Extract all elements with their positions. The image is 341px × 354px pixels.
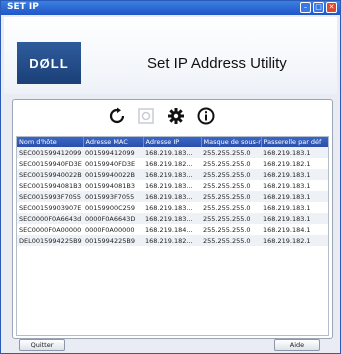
cell-ip: 168.219.182... — [143, 235, 201, 246]
cell-subnet: 255.255.255.0 — [203, 225, 251, 234]
cell-hostname: SEC0000F0A00000 — [19, 225, 82, 234]
dell-logo: DØLL — [17, 42, 81, 84]
cell-subnet: 255.255.255.0 — [201, 235, 261, 246]
column-header-ip[interactable]: Adresse IP — [143, 137, 202, 147]
refresh-icon[interactable] — [108, 107, 126, 125]
cell-mac: 0000F0A6643D — [83, 213, 143, 224]
cell-mac: 0015993F7055 — [83, 191, 143, 202]
cell-ip: 168.219.183... — [143, 191, 201, 202]
device-table[interactable]: Nom d'hôte Adresse MAC Adresse IP Masque… — [16, 136, 329, 336]
cell-hostname: DEL0015994225B9 — [17, 235, 83, 246]
table-row[interactable]: DEL0015994225B9 0015994225B9 168.219.182..… — [17, 235, 328, 246]
cell-mac: 00159940FD3E — [85, 159, 136, 168]
info-icon[interactable] — [197, 107, 215, 125]
main-panel: Nom d'hôte Adresse MAC Adresse IP Masque… — [12, 99, 333, 339]
cell-hostname: SEC0015993F7055 — [17, 191, 83, 202]
cell-subnet: 255.255.255.0 — [201, 147, 261, 158]
app-window: SET IP – □ ✕ DØLL Set IP Address Utility — [0, 0, 341, 354]
window-title: SET IP — [7, 2, 39, 12]
cell-gateway: 168.219.184.1 — [263, 225, 311, 234]
cell-subnet: 255.255.255.0 — [203, 181, 251, 190]
cell-gateway: 168.219.183.1 — [261, 213, 328, 224]
cell-ip: 168.219.183... — [143, 169, 201, 180]
cell-ip: 168.219.184... — [145, 225, 193, 234]
toolbar — [13, 100, 332, 132]
table-header-row: Nom d'hôte Adresse MAC Adresse IP Masque… — [17, 137, 328, 147]
table-row[interactable]: SEC0015993F7055 0015993F7055 168.219.183..… — [17, 191, 328, 202]
table-row[interactable]: SEC0000F0A6643d 0000F0A6643D 168.219.183..… — [17, 213, 328, 224]
cell-subnet: 255.255.255.0 — [203, 159, 251, 168]
help-button[interactable]: Aide — [274, 339, 320, 351]
settings-disabled-icon — [137, 107, 155, 125]
app-header: DØLL Set IP Address Utility — [4, 17, 337, 94]
quit-button[interactable]: Quitter — [19, 339, 65, 351]
app-title: Set IP Address Utility — [147, 55, 287, 72]
logo-text: DØLL — [29, 55, 69, 71]
table-row[interactable]: SEC00159940FD3E 00159940FD3E 168.219.182..… — [17, 158, 328, 169]
cell-gateway: 168.219.183.1 — [263, 181, 311, 190]
cell-gateway: 168.219.182.1 — [261, 235, 328, 246]
title-bar[interactable]: SET IP – □ ✕ — [1, 1, 340, 15]
cell-mac: 00159940022B — [83, 169, 143, 180]
cell-subnet: 255.255.255.0 — [201, 191, 261, 202]
cell-hostname: SEC00159903907E — [19, 203, 82, 212]
cell-hostname: SEC0015994081B3 — [19, 181, 82, 190]
cell-hostname: SEC001599412099 — [17, 147, 83, 158]
cell-subnet: 255.255.255.0 — [201, 169, 261, 180]
cell-gateway: 168.219.183.1 — [261, 169, 328, 180]
cell-subnet: 255.255.255.0 — [201, 213, 261, 224]
cell-gateway: 168.219.183.1 — [261, 191, 328, 202]
cell-hostname: SEC00159940022B — [17, 169, 83, 180]
close-button[interactable]: ✕ — [326, 2, 337, 13]
cell-ip: 168.219.183... — [143, 213, 201, 224]
cell-gateway: 168.219.183.1 — [261, 147, 328, 158]
column-header-subnet[interactable]: Masque de sous-r — [201, 137, 262, 147]
column-header-gateway[interactable]: Passerelle par déf — [261, 137, 328, 147]
column-header-mac[interactable]: Adresse MAC — [83, 137, 144, 147]
table-row[interactable]: SEC0015994081B3 0015994081B3 168.219.183..… — [17, 180, 328, 191]
settings-icon[interactable] — [167, 107, 185, 125]
minimize-button[interactable]: – — [300, 2, 311, 13]
cell-mac: 00159900C259 — [85, 203, 136, 212]
cell-hostname: SEC0000F0A6643d — [17, 213, 83, 224]
cell-mac: 001599412099 — [83, 147, 143, 158]
cell-gateway: 168.219.183.1 — [263, 203, 311, 212]
window-controls: – □ ✕ — [300, 2, 337, 13]
table-row[interactable]: SEC0000F0A00000 0000F0A00000 168.219.184..… — [17, 224, 328, 235]
cell-ip: 168.219.183... — [143, 147, 201, 158]
column-header-hostname[interactable]: Nom d'hôte — [17, 137, 84, 147]
cell-ip: 168.219.183... — [145, 203, 193, 212]
table-row[interactable]: SEC001599412099 001599412099 168.219.183..… — [17, 147, 328, 158]
cell-mac: 0000F0A00000 — [85, 225, 135, 234]
cell-gateway: 168.219.182.1 — [263, 159, 311, 168]
table-row[interactable]: SEC00159903907E 00159900C259 168.219.183..… — [17, 202, 328, 213]
maximize-button[interactable]: □ — [313, 2, 324, 13]
cell-mac: 0015994081B3 — [85, 181, 135, 190]
cell-ip: 168.219.183... — [145, 181, 193, 190]
cell-hostname: SEC00159940FD3E — [19, 159, 82, 168]
cell-mac: 0015994225B9 — [83, 235, 143, 246]
cell-ip: 168.219.182... — [145, 159, 193, 168]
cell-subnet: 255.255.255.0 — [203, 203, 251, 212]
table-row[interactable]: SEC00159940022B 00159940022B 168.219.183..… — [17, 169, 328, 180]
